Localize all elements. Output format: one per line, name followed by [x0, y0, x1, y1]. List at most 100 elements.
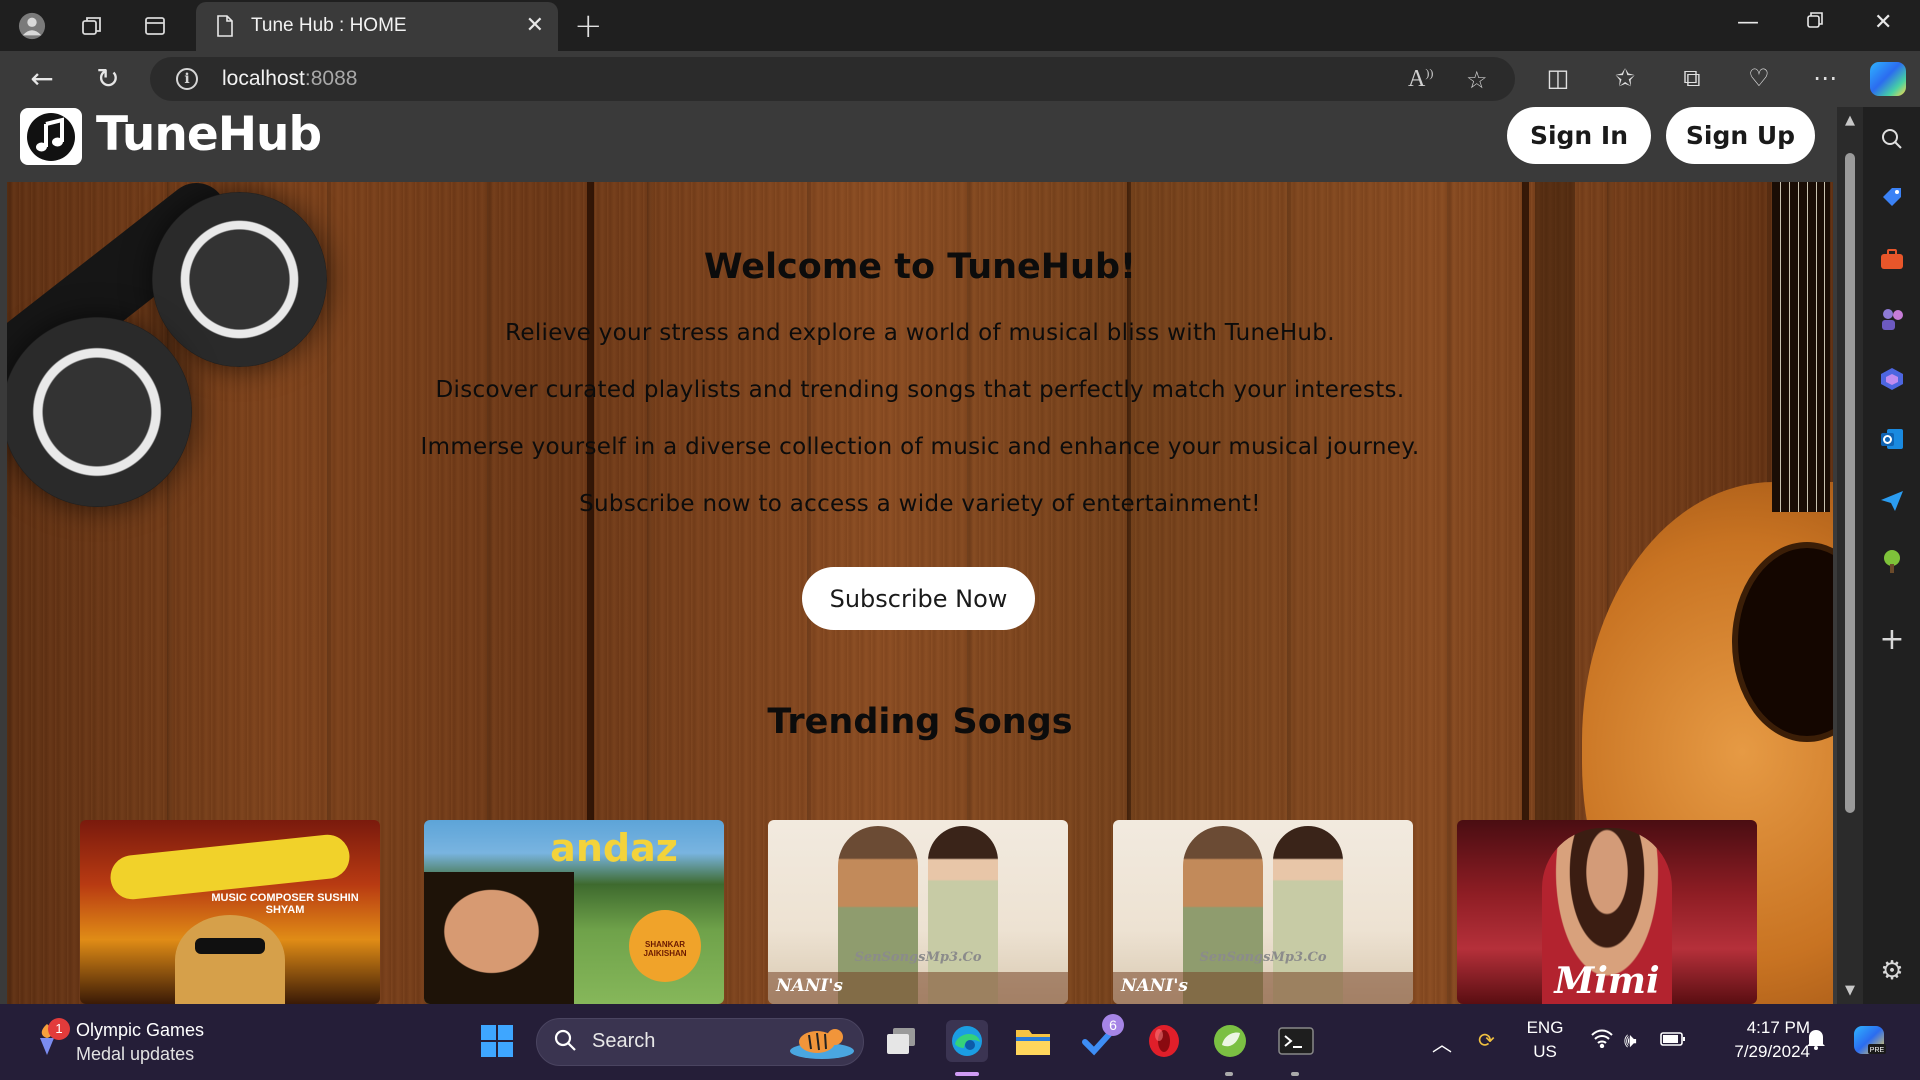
favorites-icon[interactable]: ✩: [1610, 63, 1640, 93]
scrollbar-thumb[interactable]: [1845, 153, 1855, 813]
sign-in-button[interactable]: Sign In: [1507, 107, 1651, 164]
active-app-indicator: [955, 1072, 979, 1076]
search-placeholder: Search: [592, 1030, 656, 1052]
browser-toolbar: ← ↻ i localhost:8088 A)) ☆ ◫ ✩ ⧉ ♡ ⋯: [0, 51, 1920, 107]
running-app-indicator: [1291, 1072, 1299, 1076]
scroll-down-arrow-icon[interactable]: ▼: [1842, 983, 1858, 998]
clock-time: 4:17 PM: [1746, 1018, 1810, 1037]
sidebar-add-icon[interactable]: +: [1878, 622, 1906, 657]
sidebar-send-icon[interactable]: [1878, 487, 1906, 515]
trending-song-card[interactable]: andaz SHANKAR JAIKISHAN: [424, 820, 724, 1004]
site-info-icon[interactable]: i: [176, 68, 198, 90]
page-scrollbar[interactable]: ▲ ▼: [1837, 107, 1863, 1004]
more-menu-icon[interactable]: ⋯: [1810, 63, 1840, 93]
url-text[interactable]: localhost:8088: [222, 67, 357, 91]
sidebar-copilot-app-icon[interactable]: [1878, 365, 1906, 393]
hero-text-line: Discover curated playlists and trending …: [435, 377, 1405, 403]
brand-title[interactable]: TuneHub: [96, 107, 322, 162]
trending-song-card[interactable]: Mimi: [1457, 820, 1757, 1004]
url-port: :8088: [304, 67, 358, 90]
hero-section: Welcome to TuneHub! Relieve your stress …: [7, 182, 1833, 1004]
profile-avatar-icon[interactable]: [18, 12, 46, 40]
read-aloud-icon[interactable]: A)): [1408, 66, 1433, 93]
split-screen-icon[interactable]: ◫: [1543, 63, 1573, 93]
refresh-icon[interactable]: ↻: [93, 64, 123, 94]
new-tab-button[interactable]: +: [574, 6, 603, 46]
scroll-up-arrow-icon[interactable]: ▲: [1842, 113, 1858, 128]
url-host: localhost: [222, 67, 305, 90]
sidebar-tree-icon[interactable]: [1878, 547, 1906, 575]
minimize-icon[interactable]: —: [1737, 10, 1759, 35]
language-indicator[interactable]: ENG US: [1520, 1018, 1570, 1062]
windows-start-icon[interactable]: [476, 1020, 518, 1062]
collections-icon[interactable]: ⧉: [1677, 63, 1707, 93]
subscribe-now-button[interactable]: Subscribe Now: [802, 567, 1035, 630]
clock[interactable]: 4:17 PM 7/29/2024: [1700, 1018, 1810, 1062]
spring-tool-suite-icon[interactable]: [1209, 1020, 1251, 1062]
widget-subtitle: Medal updates: [76, 1044, 195, 1064]
battery-icon[interactable]: [1660, 1028, 1686, 1052]
back-arrow-icon[interactable]: ←: [27, 64, 57, 94]
workspaces-icon[interactable]: [78, 12, 106, 40]
taskbar-search-box[interactable]: Search: [536, 1018, 864, 1066]
trending-song-card[interactable]: SenSongsMp3.Co NANI's: [768, 820, 1068, 1004]
favorite-star-icon[interactable]: ☆: [1466, 66, 1488, 94]
page-document-icon: [216, 15, 234, 41]
trending-song-card[interactable]: SenSongsMp3.Co NANI's: [1113, 820, 1413, 1004]
volume-icon[interactable]: 🕪: [1624, 1028, 1637, 1052]
search-icon: [553, 1028, 577, 1058]
vertical-tabs-icon[interactable]: [141, 12, 169, 40]
browser-essentials-icon[interactable]: ♡: [1744, 63, 1774, 93]
close-tab-icon[interactable]: ✕: [526, 13, 544, 38]
edge-sidebar: + ⚙: [1863, 107, 1920, 1007]
opera-browser-icon[interactable]: [1143, 1020, 1185, 1062]
sign-up-button[interactable]: Sign Up: [1666, 107, 1815, 164]
search-highlight-tiger-icon: [787, 1025, 857, 1065]
sidebar-games-icon[interactable]: [1878, 305, 1906, 333]
edge-browser-icon[interactable]: [946, 1020, 988, 1062]
task-view-icon[interactable]: [880, 1020, 922, 1062]
card-credit: SenSongsMp3.Co: [854, 950, 982, 965]
region-code: US: [1533, 1042, 1557, 1061]
music-note-logo-icon: [20, 108, 82, 165]
hero-text-line: Subscribe now to access a wide variety o…: [579, 491, 1261, 517]
tab-tunehub-home[interactable]: Tune Hub : HOME ✕: [196, 2, 558, 51]
hero-text-line: Immerse yourself in a diverse collection…: [420, 434, 1420, 460]
todo-badge: 6: [1102, 1014, 1124, 1036]
hero-text-line: Relieve your stress and explore a world …: [505, 320, 1335, 346]
card-credit: SHANKAR JAIKISHAN: [643, 940, 687, 958]
address-bar[interactable]: i localhost:8088 A)) ☆: [150, 57, 1515, 101]
restore-icon[interactable]: [1806, 10, 1824, 35]
sync-icon[interactable]: ⟳: [1478, 1028, 1495, 1052]
language-code: ENG: [1526, 1018, 1564, 1037]
trending-song-card[interactable]: MUSIC COMPOSER SUSHIN SHYAM: [80, 820, 380, 1004]
album-sunglasses: [195, 938, 265, 954]
todo-app-icon[interactable]: 6: [1078, 1014, 1124, 1062]
browser-titlebar: Tune Hub : HOME ✕ + — ✕: [0, 0, 1920, 51]
copilot-icon[interactable]: [1870, 62, 1906, 96]
card-credit: MUSIC COMPOSER SUSHIN SHYAM: [211, 892, 359, 916]
widget-title: Olympic Games: [76, 1020, 205, 1040]
trending-songs-heading: Trending Songs: [767, 702, 1073, 742]
clock-date: 7/29/2024: [1734, 1042, 1810, 1061]
copilot-preview-icon[interactable]: PRE: [1852, 1022, 1888, 1063]
guitar-neck: [1772, 182, 1830, 512]
sidebar-outlook-icon[interactable]: [1878, 425, 1906, 453]
card-caption: NANI's: [776, 976, 843, 996]
file-explorer-icon[interactable]: [1012, 1020, 1054, 1062]
sidebar-settings-gear-icon[interactable]: ⚙: [1878, 956, 1906, 986]
sidebar-search-icon[interactable]: [1878, 125, 1906, 153]
running-app-indicator: [1225, 1072, 1233, 1076]
sidebar-tools-briefcase-icon[interactable]: [1878, 245, 1906, 273]
sidebar-shopping-tag-icon[interactable]: [1878, 183, 1906, 211]
tab-title: Tune Hub : HOME: [251, 15, 407, 36]
close-window-icon[interactable]: ✕: [1874, 10, 1892, 35]
windows-taskbar: 1 Olympic Games Medal updates Search 6 ︿…: [0, 1004, 1920, 1080]
widget-badge: 1: [48, 1018, 70, 1040]
wifi-icon[interactable]: [1590, 1028, 1614, 1053]
page-viewport: TuneHub Sign In Sign Up Welcome to TuneH…: [0, 107, 1837, 1004]
card-caption: NANI's: [1121, 976, 1188, 996]
notification-bell-icon[interactable]: [1806, 1028, 1826, 1055]
show-hidden-icons-chevron-icon[interactable]: ︿: [1432, 1028, 1452, 1057]
terminal-icon[interactable]: [1275, 1020, 1317, 1062]
